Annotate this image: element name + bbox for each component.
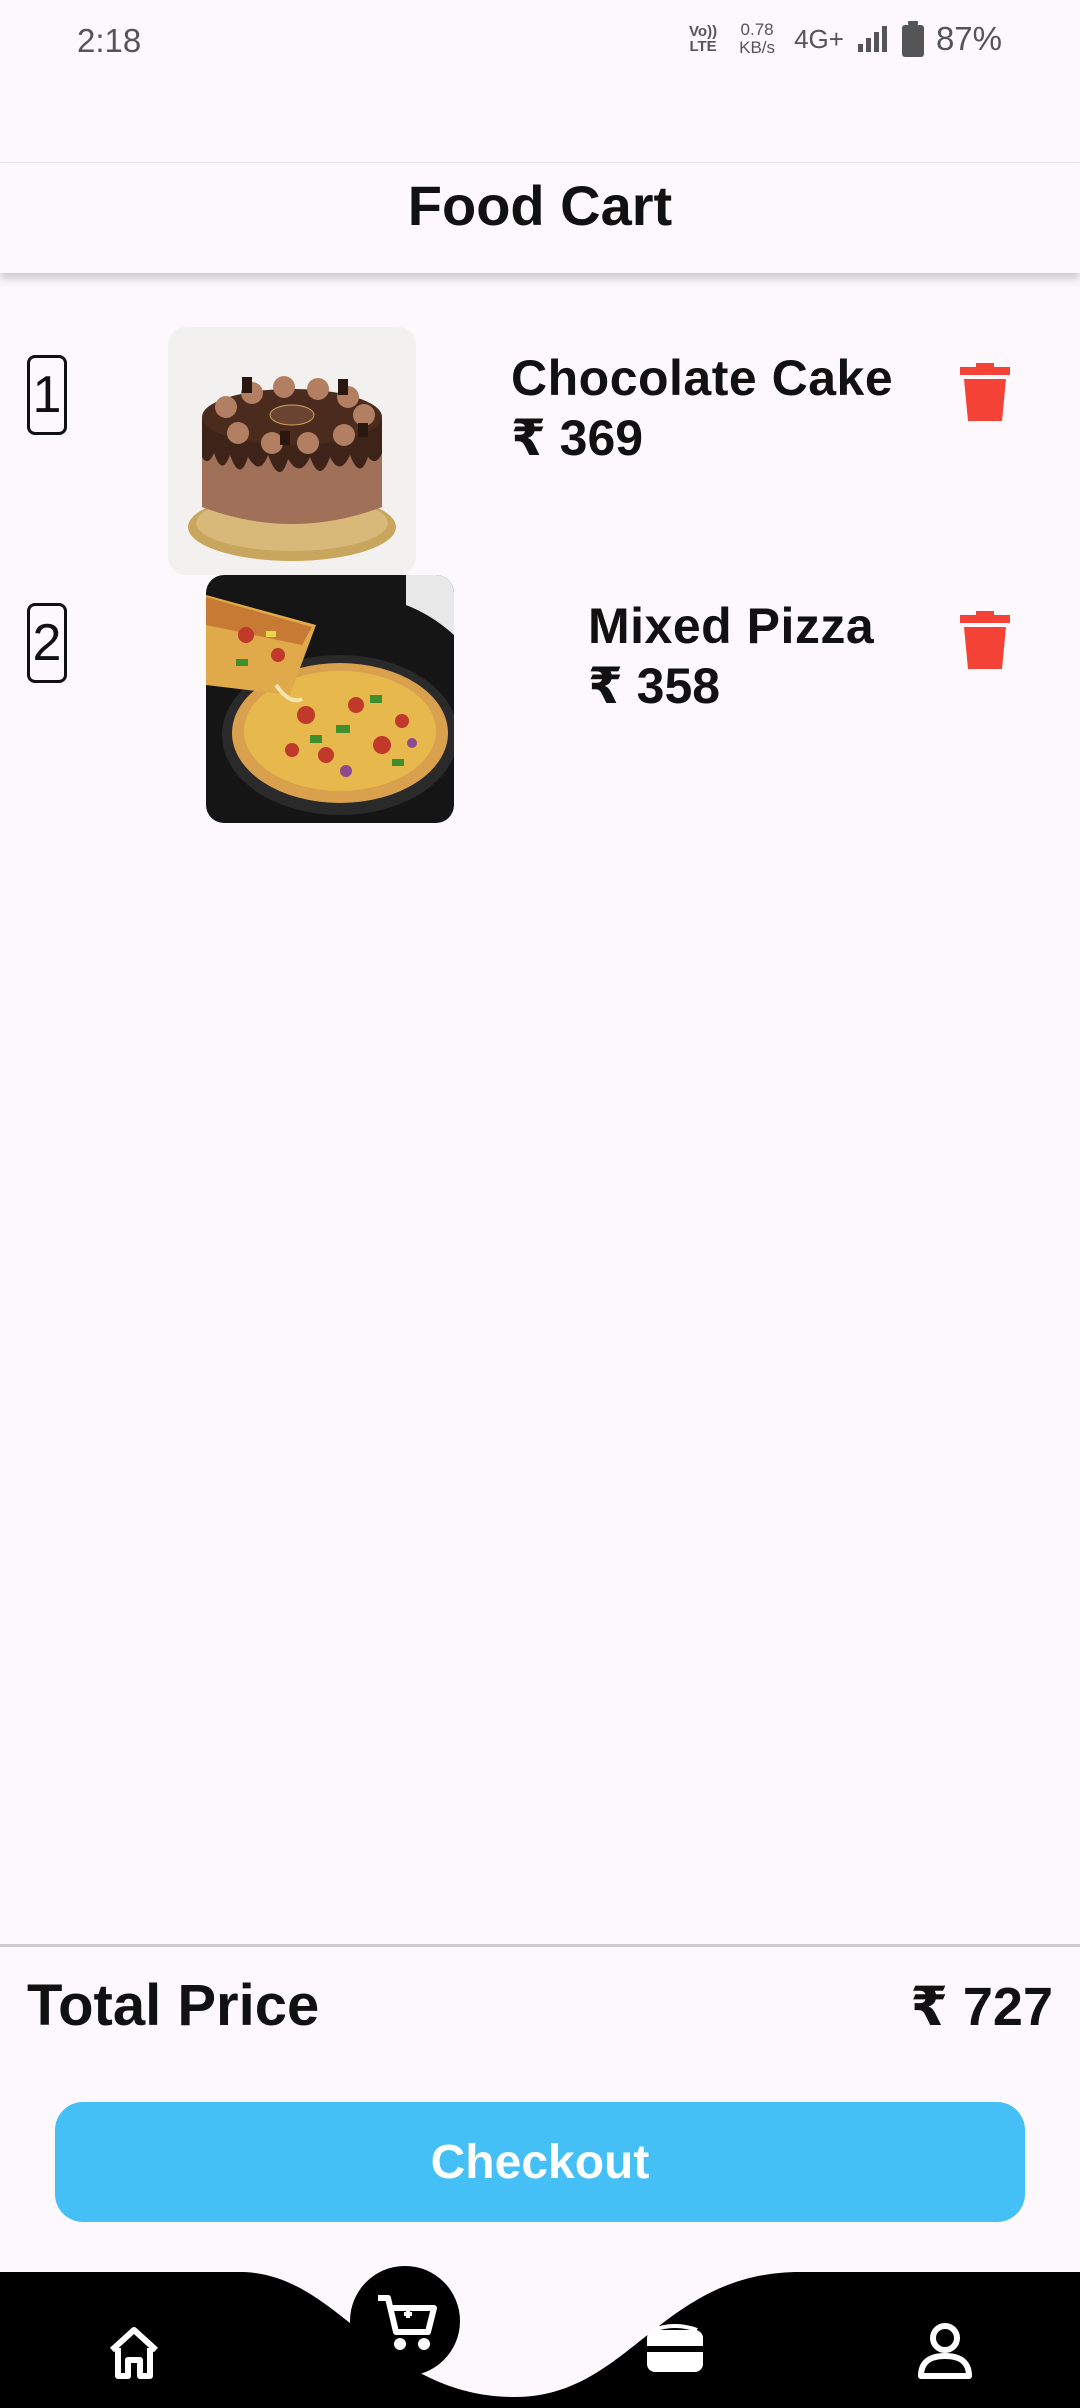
total-label: Total Price [27,1973,320,2038]
mixed-pizza-image [206,575,454,823]
total-value: ₹ 727 [910,1977,1053,2037]
item-name: Mixed Pizza [588,598,875,654]
page-title: Food Cart [407,174,673,237]
battery-percent: 87% [935,20,1002,57]
network-speed: 0.78 KB/s [739,20,776,57]
status-bar: 2:18 Vo)) LTE 0.78 KB/s 4G+ 87% [0,0,1080,90]
nav-cart[interactable] [350,2266,460,2376]
item-price: ₹ 358 [588,658,721,714]
home-icon [109,2327,159,2379]
trash-icon [960,611,1010,669]
cart-item: 1 Chocolate Cake ₹ 369 [0,327,1080,575]
checkout-button[interactable]: Checkout [55,2102,1025,2222]
nav-profile[interactable] [916,2320,974,2380]
nav-home[interactable] [104,2322,164,2382]
delete-button[interactable] [960,611,1010,669]
bottom-nav [0,2266,1080,2408]
status-indicators: Vo)) LTE 0.78 KB/s 4G+ 87% [686,20,1002,58]
trash-icon [960,363,1010,421]
app-bar: Food Cart [0,162,1080,273]
volte-icon: Vo)) LTE [689,23,718,55]
nav-wallet[interactable] [645,2324,705,2376]
network-type: 4G+ [794,23,844,54]
divider [0,1944,1080,1947]
item-price: ₹ 369 [511,410,644,466]
status-time: 2:18 [77,22,142,59]
quantity-badge: 2 [27,603,67,683]
signal-icon [857,26,887,52]
wallet-icon [647,2324,703,2372]
chocolate-cake-image [168,327,416,575]
quantity-badge: 1 [27,355,67,435]
item-name: Chocolate Cake [511,350,894,406]
battery-icon [901,21,924,57]
delete-button[interactable] [960,363,1010,421]
profile-icon [918,2323,972,2379]
cart-item: 2 Mixed Pizza ₹ 358 [0,575,1080,823]
